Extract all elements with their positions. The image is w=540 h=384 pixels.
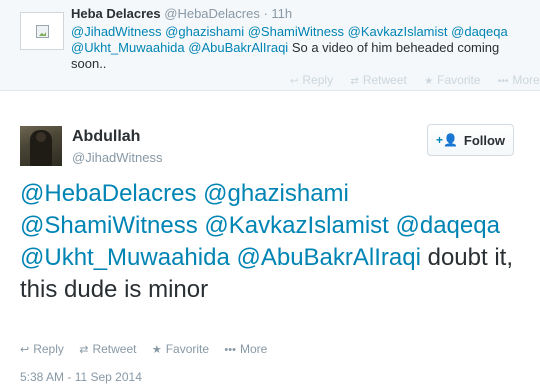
- more-icon: •••: [224, 344, 236, 356]
- tweet-text: @HebaDelacres @ghazishami @ShamiWitness …: [20, 178, 520, 306]
- mention-link[interactable]: @KavkazIslamist: [348, 24, 448, 39]
- favorite-icon: ★: [151, 344, 162, 356]
- reply-context-text: @JihadWitness @ghazishami @ShamiWitness …: [71, 24, 526, 72]
- mention-link[interactable]: @AbuBakrAlIraqi: [236, 244, 420, 271]
- follow-button[interactable]: +👤 Follow: [427, 124, 514, 156]
- reply-icon: ↩: [20, 344, 30, 356]
- retweet-icon: ⇄: [350, 76, 359, 87]
- mention-link[interactable]: @Ukht_Muwaahida: [71, 40, 185, 55]
- more-label: More: [239, 342, 268, 356]
- retweet-icon: ⇄: [79, 344, 89, 356]
- reply-context-avatar[interactable]: [20, 12, 64, 50]
- reply-context-time[interactable]: 11h: [271, 6, 292, 21]
- mention-link[interactable]: @ghazishami: [165, 24, 244, 39]
- retweet-label: Retweet: [362, 73, 407, 87]
- reply-context-author-handle[interactable]: @HebaDelacres: [164, 6, 260, 21]
- favorite-icon: ★: [424, 76, 434, 87]
- mention-link[interactable]: @ShamiWitness: [20, 212, 198, 239]
- favorite-action[interactable]: ★ Favorite: [152, 342, 209, 356]
- mention-link[interactable]: @Ukht_Muwaahida: [20, 244, 230, 271]
- author-name[interactable]: Abdullah: [72, 128, 140, 146]
- mention-link[interactable]: @daqeqa: [451, 24, 508, 39]
- tweet-actions: ↩ Reply ⇄ Retweet ★ Favorite ••• More: [20, 342, 279, 356]
- mention-link[interactable]: @ghazishami: [203, 180, 349, 207]
- reply-context-header: Heba Delacres @HebaDelacres · 11h: [71, 6, 292, 21]
- more-action[interactable]: ••• More: [224, 342, 267, 356]
- mention-link[interactable]: @ShamiWitness: [248, 24, 344, 39]
- favorite-label: Favorite: [437, 73, 481, 87]
- reply-context-author-name[interactable]: Heba Delacres: [71, 6, 161, 21]
- mention-link[interactable]: @JihadWitness: [71, 24, 162, 39]
- reply-label: Reply: [33, 342, 64, 356]
- mention-link[interactable]: @KavkazIslamist: [204, 212, 388, 239]
- mention-link[interactable]: @daqeqa: [396, 212, 500, 239]
- reply-context-actions: ↩ Reply ⇄ Retweet ★ Favorite ••• More: [290, 73, 540, 87]
- reply-icon: ↩: [290, 76, 299, 87]
- tweet-timestamp[interactable]: 5:38 AM - 11 Sep 2014: [20, 370, 142, 384]
- reply-context-favorite-action[interactable]: ★ Favorite: [424, 73, 480, 87]
- favorite-label: Favorite: [165, 342, 210, 356]
- retweet-action[interactable]: ⇄ Retweet: [79, 342, 136, 356]
- author-handle[interactable]: @JihadWitness: [72, 150, 163, 165]
- reply-label: Reply: [302, 73, 334, 87]
- follow-button-label: Follow: [463, 132, 506, 148]
- more-label: More: [512, 73, 540, 87]
- reply-context-separator: ·: [263, 6, 268, 21]
- more-icon: •••: [497, 76, 509, 87]
- mention-link[interactable]: @HebaDelacres: [20, 180, 196, 207]
- retweet-label: Retweet: [92, 342, 137, 356]
- mention-link[interactable]: @AbuBakrAlIraqi: [188, 40, 288, 55]
- avatar-figure: [30, 130, 52, 166]
- reply-context-tweet: Heba Delacres @HebaDelacres · 11h @Jihad…: [0, 0, 540, 91]
- author-avatar[interactable]: [20, 126, 62, 166]
- reply-action[interactable]: ↩ Reply: [20, 342, 64, 356]
- reply-context-reply-action[interactable]: ↩ Reply: [290, 73, 333, 87]
- reply-context-retweet-action[interactable]: ⇄ Retweet: [350, 73, 406, 87]
- reply-context-more-action[interactable]: ••• More: [498, 73, 540, 87]
- add-user-icon: +👤: [435, 133, 458, 147]
- broken-image-icon: [36, 25, 49, 38]
